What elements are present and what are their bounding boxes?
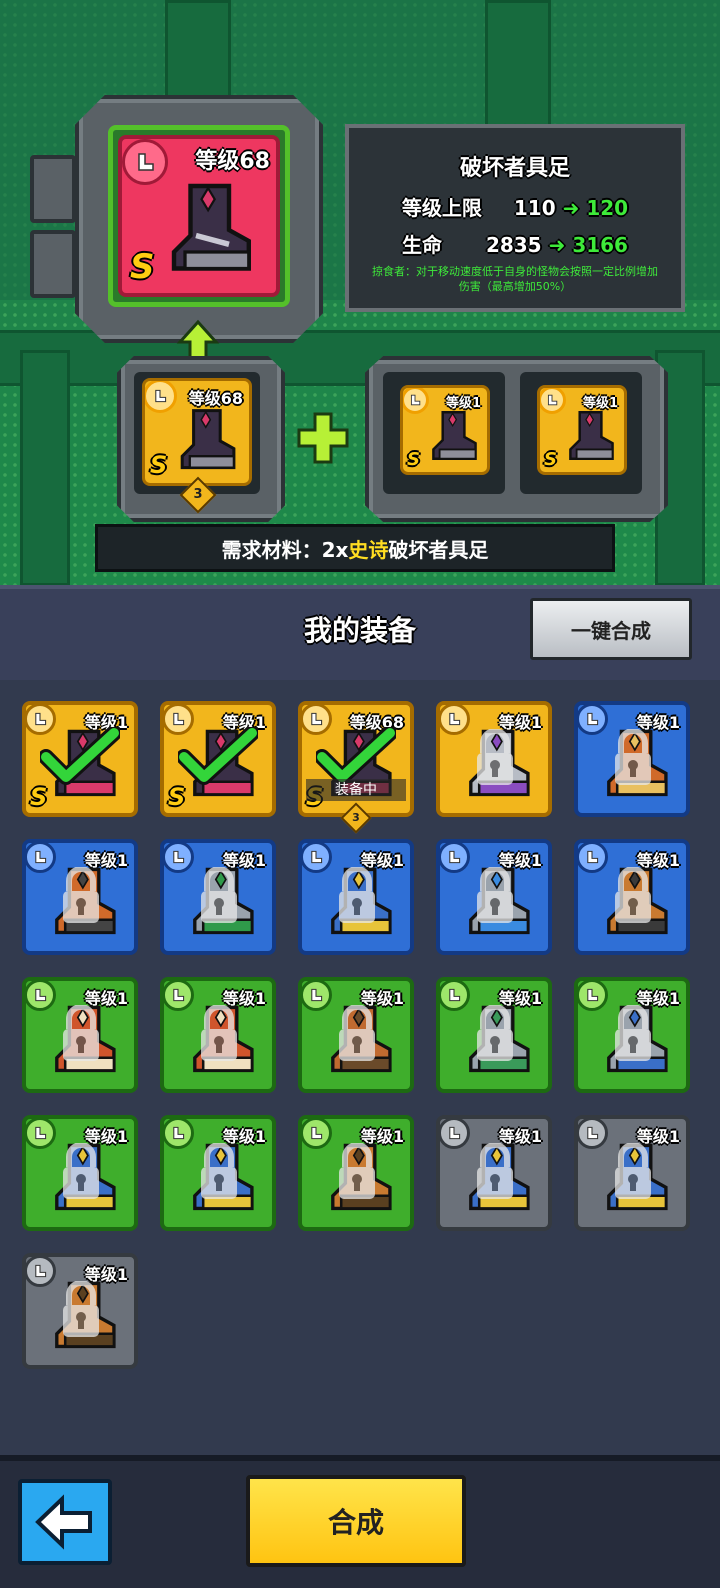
result-item-card[interactable]: 等级68 S xyxy=(118,135,280,297)
equipment-grid: 等级1 S 等级1 S 等级68 装备中 3 等级1 等级1 等级1 等级1 等… xyxy=(0,680,720,1455)
requirement-rarity: 史诗 xyxy=(348,537,389,562)
equipment-item[interactable]: 等级1 xyxy=(22,977,138,1093)
boot-icon xyxy=(432,410,477,460)
lock-icon xyxy=(477,1143,513,1199)
equipment-item[interactable]: 等级1 xyxy=(574,839,690,955)
equipment-item[interactable]: 等级1 xyxy=(436,1115,552,1231)
star-count: 3 xyxy=(193,487,203,502)
rank-letter: S xyxy=(150,451,168,479)
lock-icon xyxy=(63,1143,99,1199)
equipment-item[interactable]: 等级1 xyxy=(574,977,690,1093)
stat-label: 等级上限 xyxy=(401,196,482,220)
item-name: 破坏者具足 xyxy=(459,156,570,181)
equipment-item[interactable]: 等级1 xyxy=(436,977,552,1093)
back-button[interactable] xyxy=(18,1479,112,1565)
base-item-card[interactable]: 等级68 S xyxy=(142,378,252,486)
lock-icon xyxy=(63,1005,99,1061)
boot-icon xyxy=(171,183,251,271)
lock-icon xyxy=(201,867,237,923)
bottom-bar: 合成 xyxy=(0,1455,720,1588)
equipment-item[interactable]: 等级1 xyxy=(298,1115,414,1231)
equipment-item[interactable]: 等级1 xyxy=(22,839,138,955)
lock-icon xyxy=(201,1005,237,1061)
checkmark-icon xyxy=(40,727,120,785)
item-info-panel: 破坏者具足 等级上限 110 ➜ 120 生命 2835 ➜ 3166 掠食者：… xyxy=(345,124,685,312)
requirement-bar: 需求材料：2x 史诗 破坏者具足 xyxy=(95,524,615,572)
requirement-item: 破坏者具足 xyxy=(388,537,489,562)
passive-line: 掠食者：对于移动速度低于自身的怪物会按照一定比例增加 xyxy=(372,265,658,278)
equipment-item[interactable]: 等级1 xyxy=(160,839,276,955)
equipment-item[interactable]: 等级1 xyxy=(160,977,276,1093)
stat-from: 110 xyxy=(513,196,556,220)
equipment-header: 我的装备 一键合成 xyxy=(0,585,720,680)
boot-icon xyxy=(180,409,236,470)
merge-button[interactable]: 合成 xyxy=(246,1475,466,1567)
equipment-item[interactable]: 等级68 S 装备中 3 xyxy=(298,701,414,834)
arrow-up-icon xyxy=(176,319,220,360)
passive-line: 伤害（最高增加50%） xyxy=(458,280,572,293)
stat-from: 2835 xyxy=(485,233,542,257)
arrow-left-icon xyxy=(35,1494,92,1550)
item-level: 等级68 xyxy=(195,149,270,174)
stat-to: 3166 xyxy=(572,233,628,257)
equipment-item[interactable]: 等级1 S xyxy=(22,701,138,817)
lock-icon xyxy=(477,867,513,923)
equipment-item[interactable]: 等级1 xyxy=(574,701,690,817)
bolt xyxy=(30,155,76,223)
equipped-label: 装备中 xyxy=(306,779,406,801)
stat-level-cap: 等级上限 110 ➜ 120 xyxy=(349,192,681,221)
equipment-item[interactable]: 等级1 xyxy=(436,701,552,817)
lock-icon xyxy=(339,1005,375,1061)
lock-icon xyxy=(615,1005,651,1061)
plus-icon xyxy=(297,412,349,464)
equipment-item[interactable]: 等级1 xyxy=(574,1115,690,1231)
rank-letter: S xyxy=(407,449,420,470)
equipment-item[interactable]: 等级1 xyxy=(298,839,414,955)
equipment-item[interactable]: 等级1 S xyxy=(160,701,276,817)
rank-letter: S xyxy=(130,247,155,287)
section-title: 我的装备 xyxy=(303,614,416,647)
lock-icon xyxy=(63,1281,99,1337)
stat-to: 120 xyxy=(586,196,629,220)
arrow-right-icon: ➜ xyxy=(562,196,580,220)
equipment-item[interactable]: 等级1 xyxy=(298,977,414,1093)
equipment-item[interactable]: 等级1 xyxy=(436,839,552,955)
lock-icon xyxy=(615,1143,651,1199)
lock-icon xyxy=(615,729,651,785)
requirement-prefix: 需求材料：2x xyxy=(221,537,349,562)
bolt xyxy=(30,230,76,298)
stat-label: 生命 xyxy=(402,233,442,257)
merge-scene: 等级68 S 等级68 S 3 等级1 S 等级1 S 破坏者具足 等级上限 1… xyxy=(0,0,720,585)
star-count: 3 xyxy=(352,811,360,824)
arrow-right-icon: ➜ xyxy=(548,233,566,257)
material-card: 等级1 S xyxy=(400,385,490,475)
checkmark-icon xyxy=(178,727,258,785)
boot-icon xyxy=(569,410,614,460)
passive-description: 掠食者：对于移动速度低于自身的怪物会按照一定比例增加 伤害（最高增加50%） xyxy=(349,264,681,294)
material-card: 等级1 S xyxy=(537,385,627,475)
pipe xyxy=(20,350,70,585)
lock-icon xyxy=(339,867,375,923)
lock-icon xyxy=(615,867,651,923)
stat-hp: 生命 2835 ➜ 3166 xyxy=(349,229,681,258)
rank-letter: S xyxy=(544,449,557,470)
equipment-item[interactable]: 等级1 xyxy=(22,1253,138,1369)
lock-icon xyxy=(63,867,99,923)
lock-icon xyxy=(477,1005,513,1061)
pipe xyxy=(485,0,551,136)
lock-icon xyxy=(339,1143,375,1199)
lock-icon xyxy=(201,1143,237,1199)
lock-icon xyxy=(477,729,513,785)
equipment-item[interactable]: 等级1 xyxy=(160,1115,276,1231)
auto-merge-button[interactable]: 一键合成 xyxy=(530,598,692,660)
equipment-item[interactable]: 等级1 xyxy=(22,1115,138,1231)
